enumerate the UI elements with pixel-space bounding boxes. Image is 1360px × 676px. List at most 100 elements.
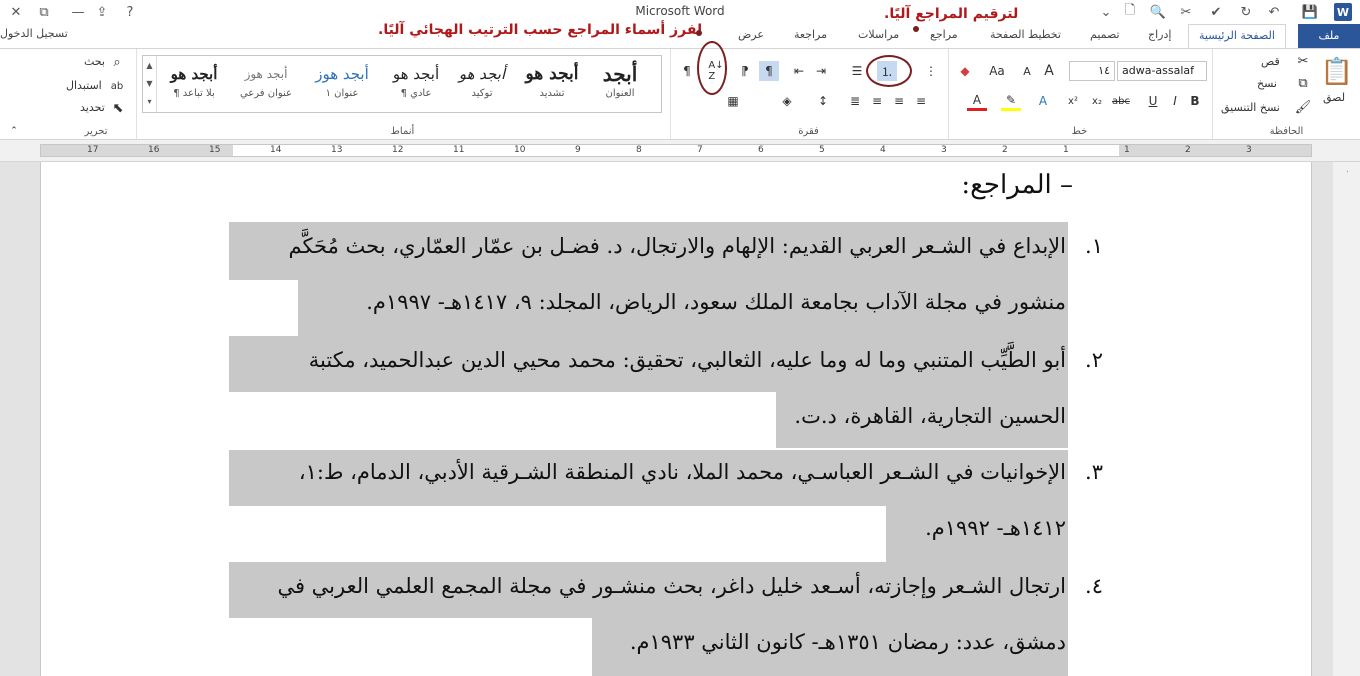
borders-icon[interactable]: ▦	[723, 91, 743, 111]
gallery-scroll[interactable]: ▲ ▼ ▾	[143, 56, 157, 112]
format-painter-button[interactable]: نسخ التنسيق	[1221, 101, 1280, 114]
ruler-tick-label: 10	[514, 145, 526, 155]
tab-references[interactable]: مراجع	[930, 28, 958, 41]
ruler-tick-label: 16	[148, 145, 160, 155]
customize-qat-icon[interactable]: ⌄	[1096, 2, 1116, 22]
cut-qat-icon[interactable]: ✂	[1176, 2, 1196, 22]
show-formatting-icon[interactable]: ¶	[677, 61, 697, 81]
cut-icon: ✂	[1297, 53, 1309, 69]
spelling-icon[interactable]: ✔	[1206, 2, 1226, 22]
editing-group-label: تحرير	[84, 126, 108, 137]
highlight-icon[interactable]: ✎	[1001, 91, 1021, 111]
word-logo-icon: W	[1334, 3, 1352, 21]
cut-button[interactable]: قص	[1261, 55, 1280, 68]
text-effects-icon[interactable]: A	[1033, 91, 1053, 111]
shading-icon[interactable]: ◈	[777, 91, 797, 111]
tab-home[interactable]: الصفحة الرئيسية	[1188, 24, 1286, 49]
styles-group-label: أنماط	[390, 126, 415, 137]
style-subtitle[interactable]: أبجد هوز عنوان فرعي	[233, 60, 299, 110]
increase-indent-icon[interactable]: ⇥	[811, 61, 831, 81]
subscript-icon[interactable]: x₂	[1087, 91, 1107, 111]
font-size-box[interactable]: ١٤	[1069, 61, 1115, 81]
superscript-icon[interactable]: x²	[1063, 91, 1083, 111]
styles-gallery: ▲ ▼ ▾ أبجد العنوان أبجد هو تشديد أبجد هو…	[142, 55, 662, 113]
gallery-up-icon[interactable]: ▲	[143, 56, 156, 74]
style-normal[interactable]: أبجد هو ¶ عادي	[383, 60, 449, 110]
tab-view[interactable]: عرض	[738, 28, 764, 41]
tab-mailings[interactable]: مراسلات	[858, 28, 899, 41]
copy-button[interactable]: نسخ	[1257, 77, 1277, 90]
font-color-icon[interactable]: A	[967, 91, 987, 111]
undo-icon[interactable]: ↶	[1264, 2, 1284, 22]
style-name: تشديد	[539, 88, 565, 99]
gallery-down-icon[interactable]: ▼	[143, 74, 156, 92]
align-center-icon[interactable]: ≡	[889, 91, 909, 111]
clipboard-group: 📋 لصق ✂ قص ⧉ نسخ 🖌 نسخ التنسيق الحافظة	[1212, 49, 1360, 139]
replace-button[interactable]: استبدال	[66, 79, 102, 92]
copy-icon: ⧉	[1298, 75, 1308, 91]
multilevel-list-icon[interactable]: ☰	[847, 61, 867, 81]
align-left-icon[interactable]: ≡	[867, 91, 887, 111]
select-button[interactable]: تحديد	[80, 101, 105, 114]
collapse-ribbon-icon[interactable]: ⌃	[8, 125, 20, 137]
paste-button[interactable]: لصق	[1323, 91, 1345, 104]
style-sample: أبجد هو	[170, 65, 218, 83]
underline-icon[interactable]: U	[1143, 91, 1163, 111]
tab-insert[interactable]: إدراج	[1148, 28, 1171, 41]
ruler-margin-right	[1119, 145, 1311, 156]
list-number: ٣.	[1085, 460, 1103, 484]
grow-font-icon[interactable]: A	[1039, 61, 1059, 81]
clear-formatting-icon[interactable]: ◆	[955, 61, 975, 81]
align-justify-icon[interactable]: ≣	[845, 91, 865, 111]
binoculars-icon: ⌕	[113, 54, 121, 70]
find-button[interactable]: بحث	[84, 55, 105, 68]
style-emphasis[interactable]: أبجد هو توكيد	[449, 60, 515, 110]
reference-line: الإبداع في الشـعر العربي القديم: الإلهام…	[288, 234, 1066, 258]
strikethrough-icon[interactable]: abc	[1111, 91, 1131, 111]
redo-icon[interactable]: ↻	[1236, 2, 1256, 22]
line-spacing-icon[interactable]: ↕	[813, 91, 833, 111]
bold-icon[interactable]: B	[1185, 91, 1205, 111]
tab-page-layout[interactable]: تخطيط الصفحة	[990, 28, 1061, 41]
document-page[interactable]: – المراجع: ١. الإبداع في الشـعر العربي ا…	[40, 162, 1312, 676]
numbering-annotation: لترقيم المراجع آليًا.	[884, 6, 1019, 22]
style-name: توكيد	[471, 88, 493, 99]
shrink-font-icon[interactable]: A	[1017, 61, 1037, 81]
horizontal-ruler[interactable]: 17 16 15 14 13 12 11 10 9 8 7 6 5 4 3 2 1 1 2 3	[0, 140, 1360, 162]
style-sample: أبجد هوز	[244, 67, 288, 81]
paste-icon[interactable]: 📋	[1321, 55, 1353, 89]
gallery-more-icon[interactable]: ▾	[143, 92, 156, 110]
bullets-icon[interactable]: ⋮	[921, 61, 941, 81]
rtl-icon[interactable]: ¶	[759, 61, 779, 81]
new-document-icon[interactable]: 🗋	[1120, 2, 1140, 22]
annotation-pointer	[913, 26, 919, 32]
change-case-icon[interactable]: Aa	[987, 61, 1007, 81]
ruler-tick-label: 11	[453, 145, 465, 155]
style-title[interactable]: أبجد العنوان	[587, 60, 653, 110]
style-sample: أبجد هو	[392, 65, 440, 83]
ruler-tick-label: 12	[392, 145, 404, 155]
style-name: ¶ عادي	[400, 88, 432, 99]
font-name-box[interactable]: adwa-assalaf	[1117, 61, 1207, 81]
tab-file[interactable]: ملف	[1298, 24, 1360, 48]
ltr-icon[interactable]: ⁋	[735, 61, 755, 81]
sign-in-link[interactable]: تسجيل الدخول	[0, 27, 68, 40]
decrease-indent-icon[interactable]: ⇤	[789, 61, 809, 81]
style-strong[interactable]: أبجد هو تشديد	[519, 60, 585, 110]
style-sample: أبجد هو	[525, 64, 579, 84]
tab-review[interactable]: مراجعة	[794, 28, 827, 41]
style-no-spacing[interactable]: أبجد هو ¶ بلا تباعد	[161, 60, 227, 110]
ruler-tick-label: 3	[1246, 145, 1252, 155]
ruler-tick-label: 13	[331, 145, 343, 155]
print-preview-icon[interactable]: 🔍	[1148, 2, 1168, 22]
clipboard-group-label: الحافظة	[1269, 126, 1304, 137]
ruler-tick-label: 8	[636, 145, 642, 155]
italic-icon[interactable]: I	[1165, 91, 1185, 111]
style-heading-1[interactable]: أبجد هوز عنوان ١	[309, 60, 375, 110]
align-right-icon[interactable]: ≡	[911, 91, 931, 111]
tab-design[interactable]: تصميم	[1090, 28, 1120, 41]
ruler-tick-label: 3	[941, 145, 947, 155]
ruler-tick-label: 2	[1002, 145, 1008, 155]
save-icon[interactable]: 💾	[1300, 2, 1320, 22]
reference-line: ارتجال الشـعر وإجازته، أسـعد خليل داغر، …	[277, 574, 1066, 598]
